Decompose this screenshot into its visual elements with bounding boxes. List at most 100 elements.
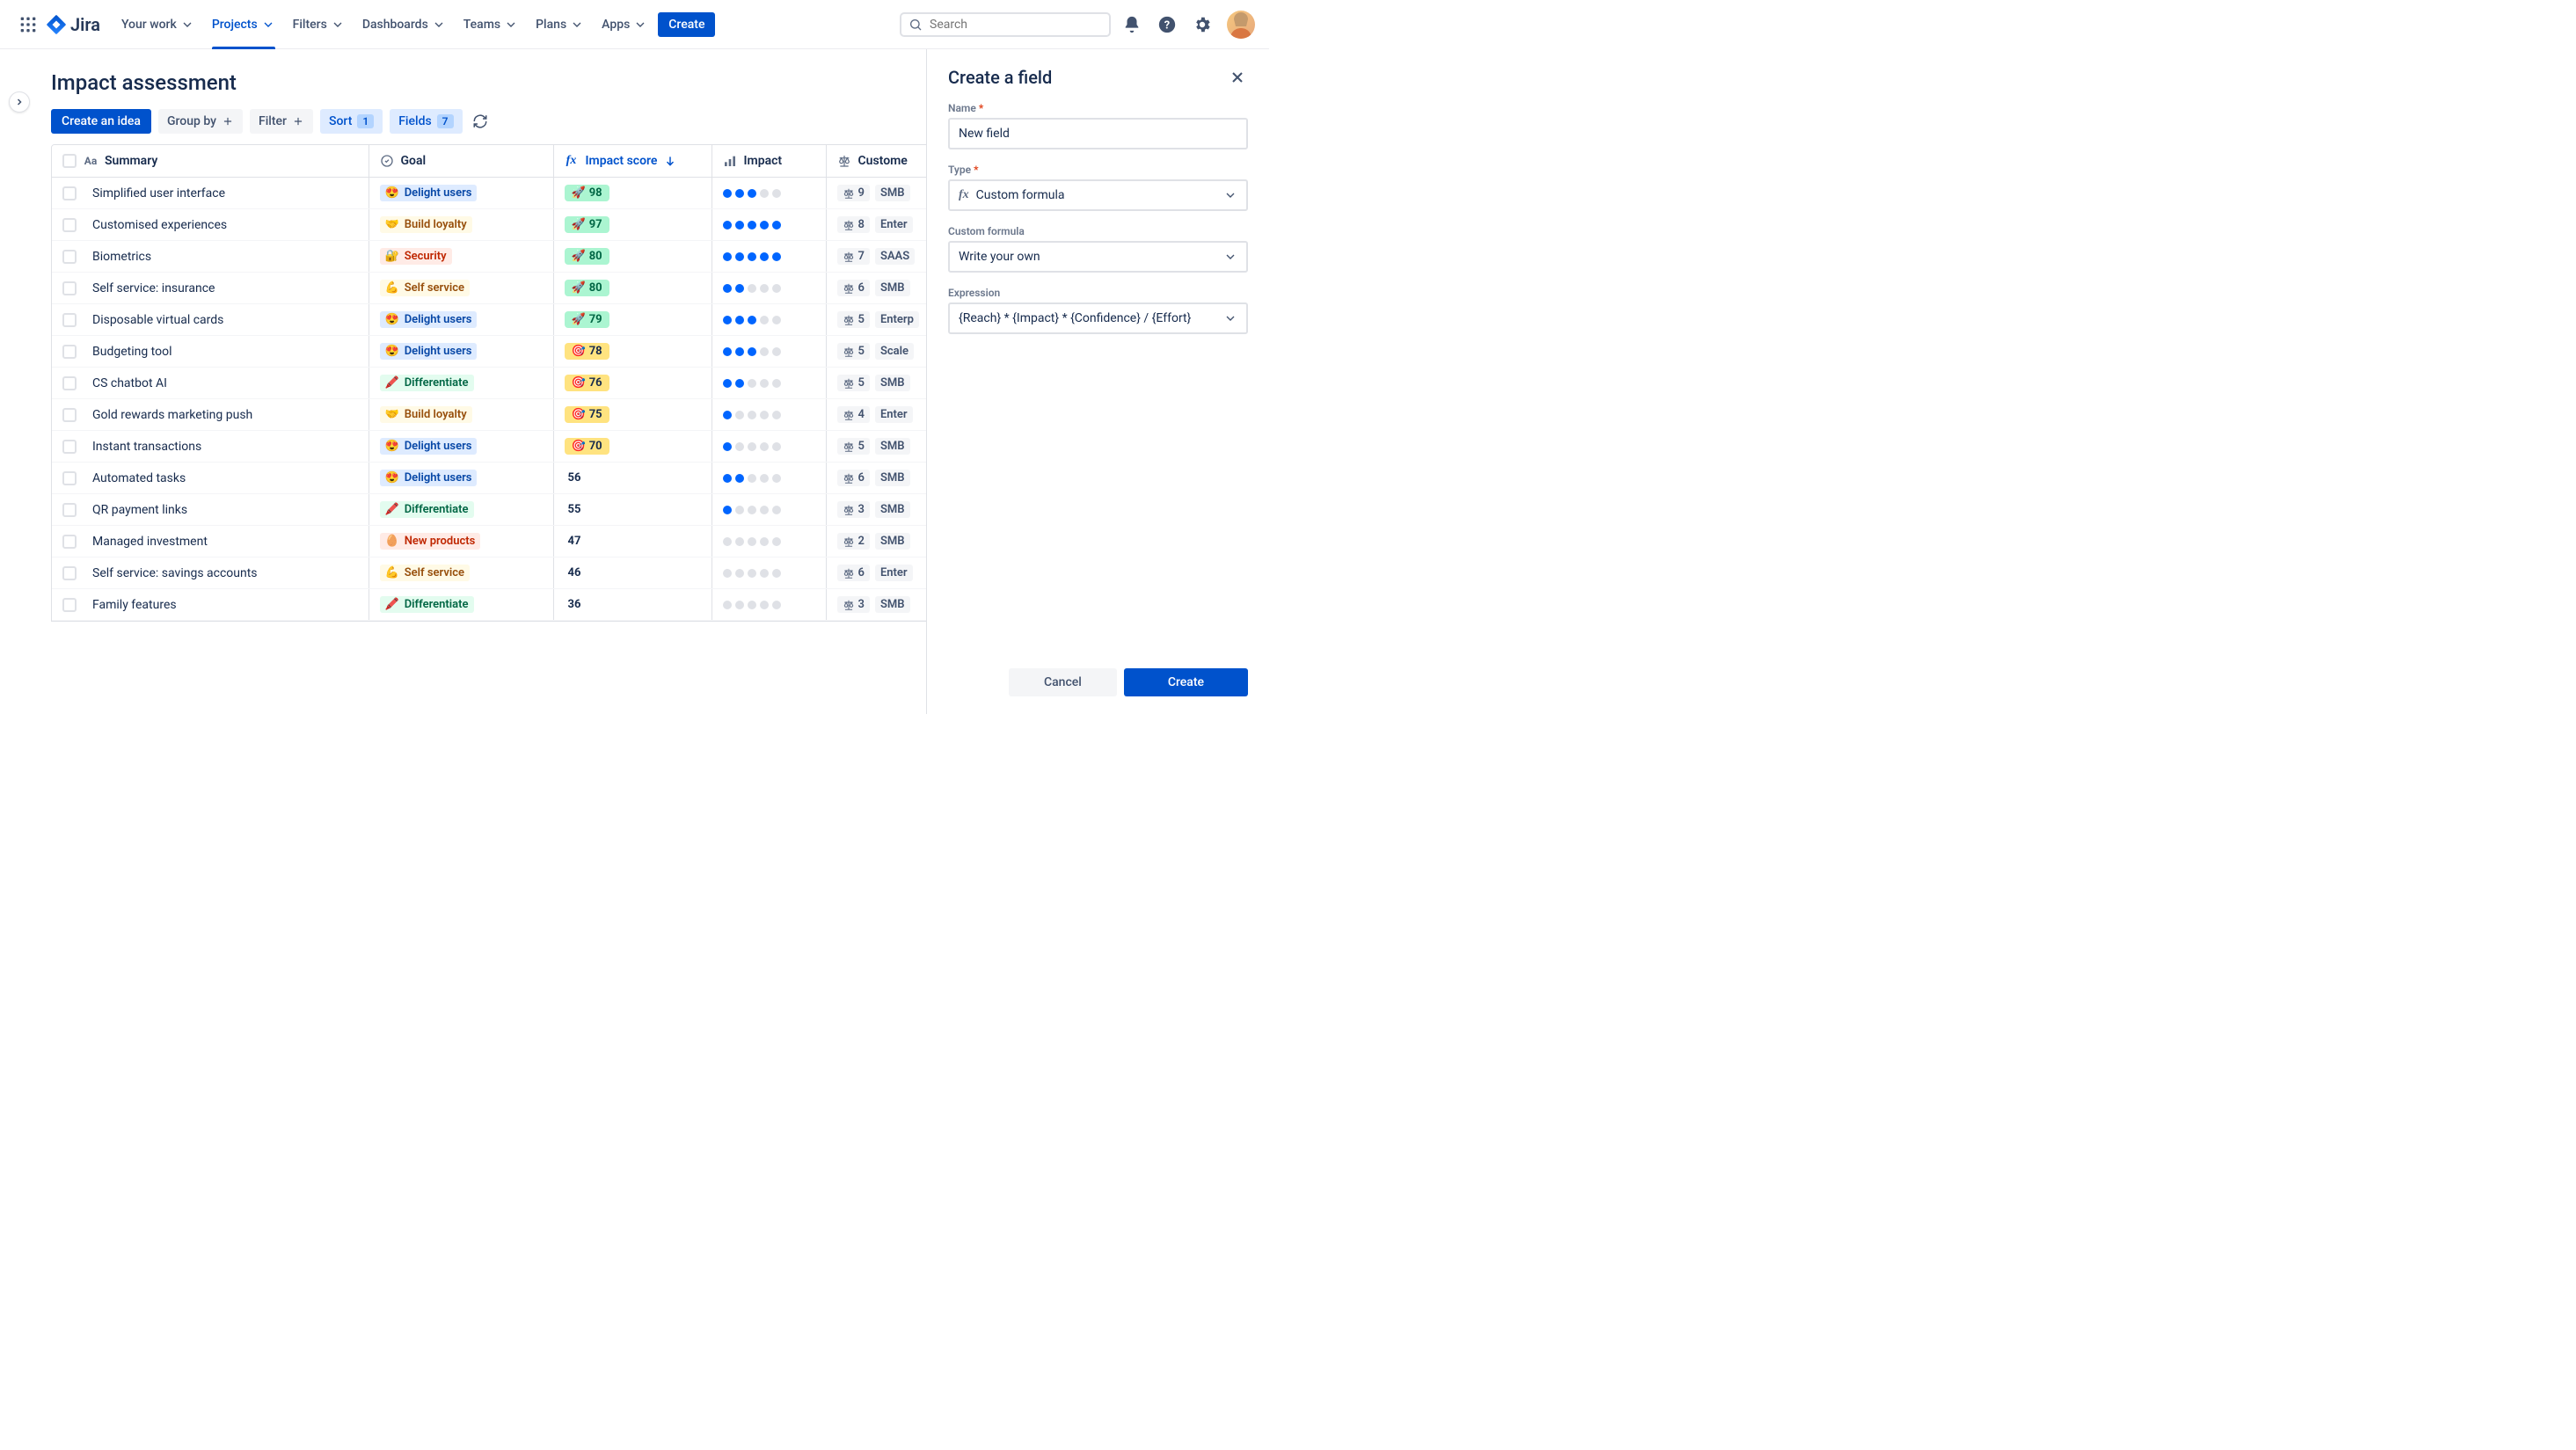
nav-item-projects[interactable]: Projects [205,0,282,49]
row-checkbox[interactable] [62,566,77,580]
impact-rating[interactable] [723,221,815,230]
row-checkbox[interactable] [62,535,77,549]
row-checkbox[interactable] [62,313,77,327]
row-checkbox[interactable] [62,345,77,359]
impact-rating[interactable] [723,411,815,419]
sidebar-expand-button[interactable] [9,91,30,113]
summary-text: Gold rewards marketing push [92,408,252,422]
goal-emoji: 🖍️ [385,503,399,516]
chevron-down-icon [1223,188,1237,202]
column-header-goal[interactable]: Goal [369,145,553,178]
row-checkbox[interactable] [62,250,77,264]
impact-rating[interactable] [723,569,815,578]
expression-select[interactable]: {Reach} * {Impact} * {Confidence} / {Eff… [948,302,1248,334]
chevron-down-icon [633,18,647,32]
field-name-input[interactable] [948,118,1248,149]
chevron-down-icon [432,18,446,32]
goal-tag[interactable]: 😍Delight users [380,343,478,360]
goal-tag[interactable]: 😍Delight users [380,470,478,486]
close-panel-button[interactable] [1227,67,1248,88]
impact-rating[interactable] [723,284,815,293]
segment-pill: Enter [875,216,913,233]
goal-tag[interactable]: 💪Self service [380,565,470,581]
group-by-button[interactable]: Group by [158,109,243,134]
weight-pill: 5 [837,343,870,360]
goal-tag[interactable]: 🖍️Differentiate [380,375,474,391]
goal-tag[interactable]: 🤝Build loyalty [380,406,472,423]
sort-button[interactable]: Sort 1 [320,109,383,134]
impact-rating[interactable] [723,601,815,609]
avatar-image [1227,11,1255,39]
segment-pill: SMB [875,375,910,391]
column-header-impact[interactable]: Impact [712,145,826,178]
app-switcher-button[interactable] [14,11,42,39]
impact-rating[interactable] [723,379,815,388]
row-checkbox[interactable] [62,440,77,454]
impact-rating[interactable] [723,316,815,324]
summary-text: Biometrics [92,250,151,264]
impact-rating[interactable] [723,442,815,451]
impact-rating[interactable] [723,474,815,483]
nav-item-dashboards[interactable]: Dashboards [355,0,453,49]
goal-tag[interactable]: 😍Delight users [380,438,478,455]
impact-rating[interactable] [723,537,815,546]
row-checkbox[interactable] [62,408,77,422]
create-field-button[interactable]: Create [1124,668,1248,696]
goal-tag[interactable]: 🖍️Differentiate [380,596,474,613]
nav-item-filters[interactable]: Filters [286,0,352,49]
nav-item-plans[interactable]: Plans [529,0,591,49]
nav-item-your-work[interactable]: Your work [114,0,201,49]
row-checkbox[interactable] [62,598,77,612]
filter-label: Filter [259,114,287,128]
goal-tag[interactable]: 😍Delight users [380,311,478,328]
impact-rating[interactable] [723,347,815,356]
create-idea-button[interactable]: Create an idea [51,109,151,134]
cancel-button[interactable]: Cancel [1009,668,1117,696]
score-value: 47 [565,533,588,550]
text-icon: Aa [84,154,98,168]
score-pill: 🚀98 [565,185,609,201]
formula-icon: fx [959,188,969,202]
summary-text: Instant transactions [92,440,201,454]
column-header-impact-score[interactable]: fx Impact score [553,145,712,178]
row-checkbox[interactable] [62,503,77,517]
goal-tag[interactable]: 😍Delight users [380,185,478,201]
row-checkbox[interactable] [62,218,77,232]
goal-tag[interactable]: 💪Self service [380,280,470,296]
notifications-button[interactable] [1118,11,1146,39]
goal-tag[interactable]: 🔐Security [380,248,452,265]
goal-tag[interactable]: 🥚New products [380,533,481,550]
jira-logo-icon [46,14,67,35]
impact-rating[interactable] [723,189,815,198]
goal-tag[interactable]: 🤝Build loyalty [380,216,472,233]
row-checkbox[interactable] [62,376,77,390]
goal-label: Security [405,250,447,263]
search-input[interactable] [930,18,1102,32]
column-header-summary[interactable]: Aa Summary [52,145,369,178]
help-button[interactable]: ? [1153,11,1181,39]
formula-preset-select[interactable]: Write your own [948,241,1248,273]
impact-rating[interactable] [723,252,815,261]
filter-button[interactable]: Filter [250,109,313,134]
goal-label: Self service [405,281,464,295]
sync-button[interactable] [470,111,491,132]
field-type-select[interactable]: fx Custom formula [948,179,1248,211]
settings-button[interactable] [1188,11,1216,39]
row-checkbox[interactable] [62,281,77,295]
chevron-down-icon [180,18,194,32]
fields-button[interactable]: Fields 7 [390,109,462,134]
impact-rating[interactable] [723,506,815,514]
nav-item-apps[interactable]: Apps [595,0,654,49]
search-box[interactable] [900,12,1111,37]
row-checkbox[interactable] [62,186,77,200]
summary-text: QR payment links [92,503,187,517]
goal-tag[interactable]: 🖍️ Differentiate [380,501,474,518]
score-value: 55 [565,501,588,518]
create-button[interactable]: Create [658,12,715,37]
goal-label: Differentiate [405,503,469,516]
nav-item-teams[interactable]: Teams [456,0,525,49]
user-avatar[interactable] [1227,11,1255,39]
row-checkbox[interactable] [62,471,77,485]
select-all-checkbox[interactable] [62,154,77,168]
jira-logo[interactable]: Jira [46,14,100,35]
